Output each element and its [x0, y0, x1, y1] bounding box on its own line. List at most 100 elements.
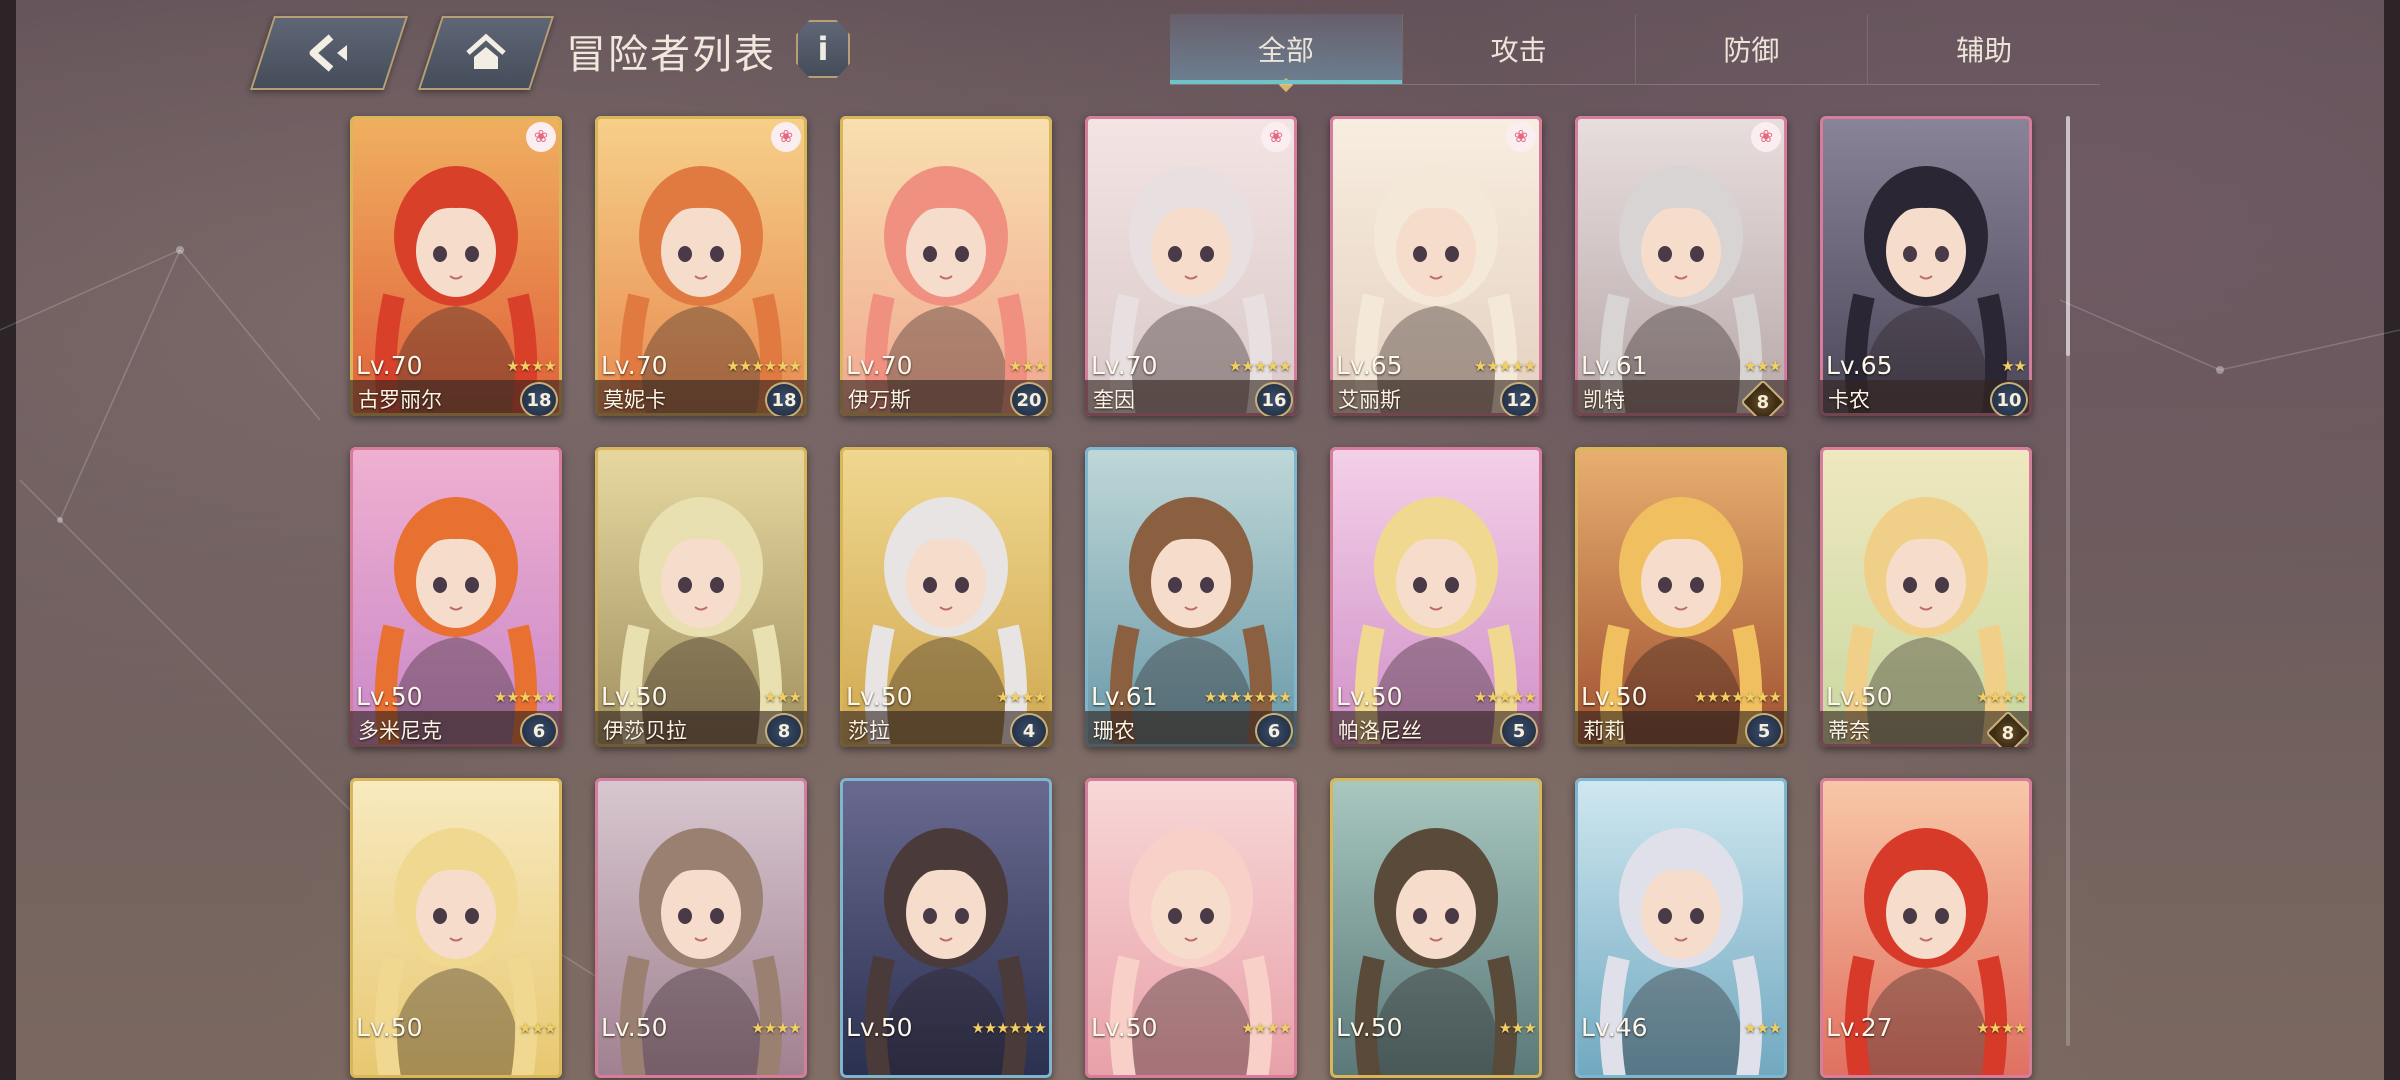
- star-rating: ★★★★★★★: [1693, 688, 1782, 706]
- level-label: Lv.50: [1091, 1013, 1158, 1042]
- adventurer-card[interactable]: Lv.50 ★★★★ 莎拉 4: [840, 447, 1052, 747]
- level-label: Lv.50: [1336, 682, 1403, 711]
- filter-tabs: 全部 攻击 防御 辅助: [1170, 14, 2100, 93]
- adventurer-name: 珊农: [1093, 719, 1135, 743]
- level-label: Lv.70: [601, 351, 668, 380]
- adventurer-name: 奎因: [1093, 388, 1135, 412]
- level-label: Lv.50: [846, 682, 913, 711]
- active-tab-marker: [1278, 77, 1293, 93]
- rank-badge: 8: [765, 713, 803, 747]
- page-title: 冒险者列表: [566, 32, 776, 78]
- adventurer-name: 凯特: [1583, 388, 1625, 412]
- adventurer-name: 多米尼克: [358, 719, 442, 743]
- star-rating: ★★★: [1498, 1019, 1537, 1037]
- star-rating: ★★★★: [751, 1019, 802, 1037]
- adventurer-name: 蒂奈: [1828, 719, 1870, 743]
- rank-badge: 6: [1255, 713, 1293, 747]
- adventurer-name: 莎拉: [848, 719, 890, 743]
- rank-badge-value: 5: [1512, 720, 1526, 742]
- adventurer-card[interactable]: ❀ Lv.70 ★★★★★ 奎因 16: [1085, 116, 1297, 416]
- star-rating: ★★★★★★: [971, 1019, 1047, 1037]
- back-button[interactable]: [249, 16, 409, 90]
- star-rating: ★★★: [1743, 357, 1782, 375]
- tabs-divider: [1170, 84, 2100, 85]
- adventurer-name: 莫妮卡: [603, 388, 666, 412]
- star-rating: ★★★★★: [1228, 357, 1292, 375]
- star-rating: ★★★★: [1241, 1019, 1292, 1037]
- rank-badge: 4: [1010, 713, 1048, 747]
- rank-badge-value: 18: [771, 389, 797, 411]
- paw-icon: ❀: [1751, 122, 1781, 152]
- star-rating: ★★★★★: [1473, 357, 1537, 375]
- tab-2[interactable]: 防御: [1634, 14, 1868, 84]
- star-rating: ★★★★: [996, 688, 1047, 706]
- paw-icon: ❀: [1506, 122, 1536, 152]
- level-label: Lv.50: [601, 682, 668, 711]
- tab-0[interactable]: 全部: [1170, 14, 1402, 93]
- star-rating: ★★★★★: [1473, 688, 1537, 706]
- adventurer-card[interactable]: Lv.50 ★★★: [350, 778, 562, 1078]
- adventurer-name: 卡农: [1828, 388, 1870, 412]
- home-button[interactable]: [417, 16, 555, 90]
- star-rating: ★★★★: [1976, 688, 2027, 706]
- rank-badge-value: 18: [526, 389, 552, 411]
- star-rating: ★★★: [518, 1019, 557, 1037]
- rank-badge: 10: [1990, 382, 2028, 416]
- star-rating: ★★: [2001, 357, 2027, 375]
- adventurer-card[interactable]: ❀ Lv.65 ★★★★★ 艾丽斯 12: [1330, 116, 1542, 416]
- level-label: Lv.61: [1581, 351, 1648, 380]
- adventurer-name: 伊莎贝拉: [603, 719, 687, 743]
- star-rating: ★★★★: [506, 357, 557, 375]
- level-label: Lv.50: [356, 1013, 423, 1042]
- adventurer-card[interactable]: Lv.27 ★★★★: [1820, 778, 2032, 1078]
- rank-badge: 6: [520, 713, 558, 747]
- adventurer-card[interactable]: Lv.50 ★★★★★ 多米尼克 6: [350, 447, 562, 747]
- rank-badge: 18: [520, 382, 558, 416]
- level-label: Lv.27: [1826, 1013, 1893, 1042]
- rank-badge: 5: [1500, 713, 1538, 747]
- adventurer-card[interactable]: ❀ Lv.70 ★★★★★★ 莫妮卡 18: [595, 116, 807, 416]
- adventurer-card[interactable]: Lv.50 ★★★ 伊莎贝拉 8: [595, 447, 807, 747]
- star-rating: ★★★★★★★: [1203, 688, 1292, 706]
- tab-3[interactable]: 辅助: [1867, 14, 2100, 84]
- tab-label: 防御: [1723, 34, 1780, 67]
- adventurer-card[interactable]: Lv.50 ★★★★★ 帕洛尼丝 5: [1330, 447, 1542, 747]
- back-arrow-icon: [309, 34, 347, 72]
- rank-badge-value: 8: [2001, 722, 2015, 744]
- adventurer-card[interactable]: Lv.50 ★★★★★★★ 莉莉 5: [1575, 447, 1787, 747]
- adventurer-card[interactable]: Lv.50 ★★★★: [595, 778, 807, 1078]
- paw-icon: ❀: [771, 122, 801, 152]
- level-label: Lv.70: [1091, 351, 1158, 380]
- star-rating: ★★★: [763, 688, 802, 706]
- adventurer-card[interactable]: Lv.46 ★★★: [1575, 778, 1787, 1078]
- adventurer-card[interactable]: Lv.70 ★★★ 伊万斯 20: [840, 116, 1052, 416]
- adventurer-card[interactable]: Lv.50 ★★★★ 蒂奈 8: [1820, 447, 2032, 747]
- paw-icon: ❀: [1261, 122, 1291, 152]
- adventurer-card[interactable]: ❀ Lv.61 ★★★ 凯特 8: [1575, 116, 1787, 416]
- adventurer-card[interactable]: Lv.61 ★★★★★★★ 珊农 6: [1085, 447, 1297, 747]
- scrollbar[interactable]: [2066, 116, 2070, 1046]
- info-button[interactable]: i: [796, 20, 850, 78]
- adventurer-card[interactable]: Lv.65 ★★ 卡农 10: [1820, 116, 2032, 416]
- adventurer-name: 艾丽斯: [1338, 388, 1401, 412]
- rank-badge-value: 10: [1996, 389, 2022, 411]
- star-rating: ★★★★: [1976, 1019, 2027, 1037]
- adventurer-card[interactable]: Lv.50 ★★★: [1330, 778, 1542, 1078]
- adventurer-name: 帕洛尼丝: [1338, 719, 1422, 743]
- rank-badge-value: 20: [1016, 389, 1042, 411]
- rank-badge: 18: [765, 382, 803, 416]
- home-icon: [466, 33, 506, 69]
- adventurer-card[interactable]: Lv.50 ★★★★: [1085, 778, 1297, 1078]
- scrollbar-thumb[interactable]: [2066, 116, 2070, 356]
- level-label: Lv.50: [1336, 1013, 1403, 1042]
- rank-badge: 16: [1255, 382, 1293, 416]
- tab-1[interactable]: 攻击: [1401, 14, 1635, 84]
- top-bar: 冒险者列表 i 全部 攻击 防御 辅助: [0, 0, 2400, 100]
- adventurer-card[interactable]: Lv.50 ★★★★★★: [840, 778, 1052, 1078]
- rank-badge-value: 12: [1506, 389, 1532, 411]
- rank-badge-value: 16: [1261, 389, 1287, 411]
- adventurer-name: 伊万斯: [848, 388, 911, 412]
- adventurer-card[interactable]: ❀ Lv.70 ★★★★ 古罗丽尔 18: [350, 116, 562, 416]
- tab-label: 攻击: [1490, 34, 1547, 67]
- rank-badge-value: 4: [1022, 720, 1036, 742]
